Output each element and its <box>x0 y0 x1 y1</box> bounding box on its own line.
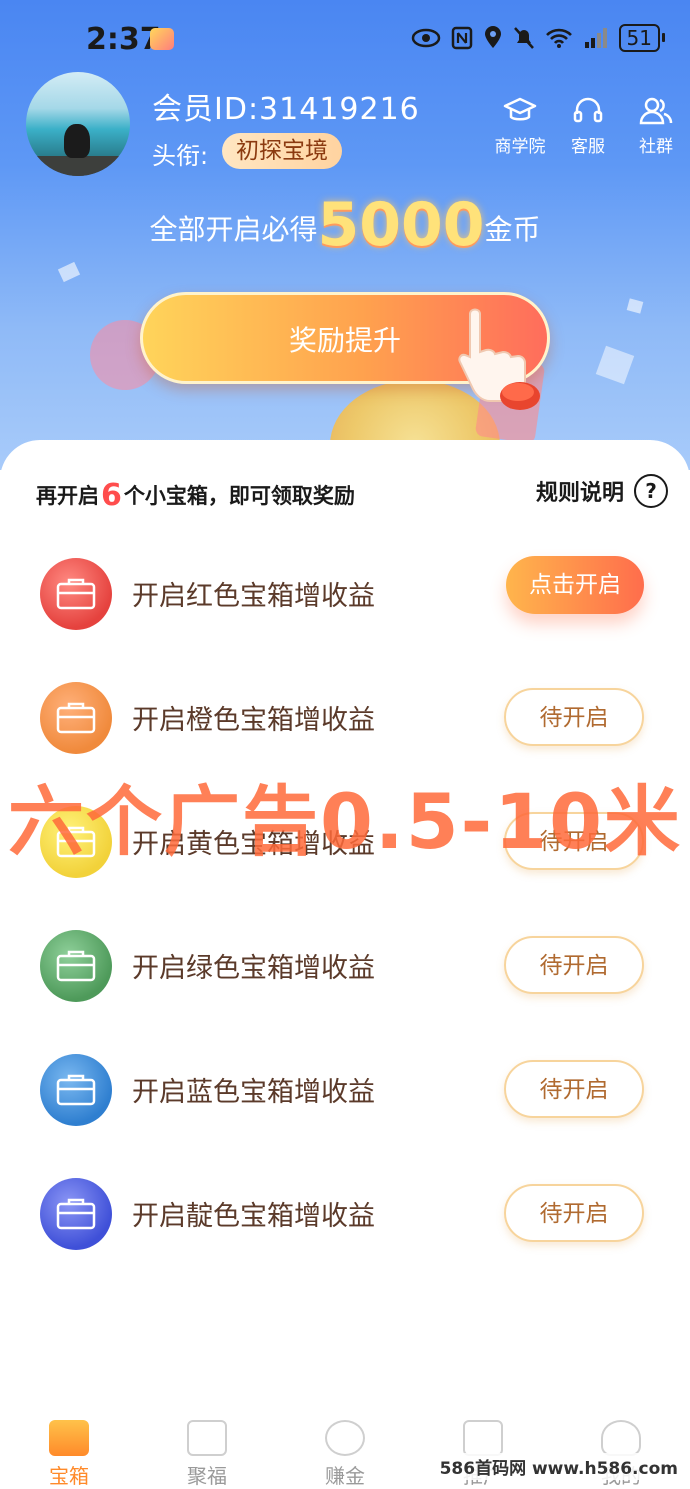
rules-label: 规则说明 <box>536 481 625 506</box>
treasure-box-icon <box>49 1420 89 1456</box>
business-school-button[interactable]: 商学院 <box>486 96 554 157</box>
customer-service-label: 客服 <box>571 137 605 157</box>
top-actions: 商学院 客服 社群 <box>486 96 690 157</box>
nav-label: 赚金 <box>325 1464 365 1488</box>
headline-suffix: 金币 <box>484 213 541 246</box>
community-label: 社群 <box>639 137 673 157</box>
blue-chest-icon <box>40 1054 112 1126</box>
chest-label: 开启靛色宝箱增收益 <box>132 1201 375 1232</box>
app-notification-icon <box>150 28 174 50</box>
pointing-hand-icon <box>458 308 540 410</box>
status-bar: 2:37 51 <box>0 0 690 80</box>
battery-indicator: 51 <box>618 24 666 52</box>
nav-item-treasure[interactable]: 宝箱 <box>14 1410 124 1488</box>
nav-item-jufu[interactable]: 聚福 <box>152 1410 262 1488</box>
signal-icon <box>584 28 607 48</box>
decoration-shape <box>595 345 635 385</box>
pending-chest-button[interactable]: 待开启 <box>504 688 644 746</box>
decoration-shape <box>57 261 81 283</box>
chest-label: 开启红色宝箱增收益 <box>132 581 375 612</box>
customer-service-button[interactable]: 客服 <box>554 96 622 157</box>
user-icon <box>601 1420 641 1456</box>
chest-row-indigo: 开启靛色宝箱增收益 待开启 <box>0 1158 690 1268</box>
status-icons: 51 <box>411 24 666 52</box>
progress-prefix: 再开启 <box>36 484 99 508</box>
site-watermark: 586首码网 www.h586.com <box>435 1453 682 1480</box>
avatar[interactable] <box>26 72 130 176</box>
headline-prefix: 全部开启必得 <box>149 213 318 246</box>
member-id: 会员ID:31419216 <box>152 92 420 127</box>
nav-item-earn[interactable]: 赚金 <box>290 1410 400 1488</box>
avatar-cat <box>64 124 90 158</box>
headset-icon <box>573 97 603 123</box>
location-icon <box>484 26 501 48</box>
nfc-icon <box>451 26 472 50</box>
help-icon: ? <box>634 474 669 508</box>
wifi-icon <box>545 28 572 48</box>
chest-label: 开启橙色宝箱增收益 <box>132 705 375 736</box>
community-button[interactable]: 社群 <box>622 96 690 157</box>
title-label: 头衔: <box>152 142 209 170</box>
pending-chest-button[interactable]: 待开启 <box>504 1060 644 1118</box>
title-badge: 初探宝境 <box>222 133 342 169</box>
nav-label: 聚福 <box>187 1464 227 1488</box>
mute-bell-icon <box>513 27 534 49</box>
open-chest-button[interactable]: 点击开启 <box>506 556 644 614</box>
decoration-shape <box>626 298 644 314</box>
avatar-ground <box>26 156 130 176</box>
pending-chest-button[interactable]: 待开启 <box>504 936 644 994</box>
pending-chest-button[interactable]: 待开启 <box>504 1184 644 1242</box>
headline-amount: 5000 <box>317 190 485 260</box>
chest-label: 开启蓝色宝箱增收益 <box>132 1077 375 1108</box>
orange-chest-icon <box>40 682 112 754</box>
nav-label: 宝箱 <box>49 1464 89 1488</box>
chest-row-red: 开启红色宝箱增收益 点击开启 <box>0 538 690 648</box>
rules-link[interactable]: 规则说明 ? <box>536 474 669 508</box>
chest-row-orange: 开启橙色宝箱增收益 待开启 <box>0 662 690 772</box>
overlay-annotation: 六个广告0.5-10米 <box>8 777 682 866</box>
green-chest-icon <box>40 930 112 1002</box>
graduation-cap-icon <box>503 97 537 121</box>
red-chest-icon <box>40 558 112 630</box>
progress-suffix: 个小宝箱，即可领取奖励 <box>123 484 355 508</box>
star-icon <box>463 1420 503 1456</box>
chest-label: 开启绿色宝箱增收益 <box>132 953 375 984</box>
chest-row-blue: 开启蓝色宝箱增收益 待开启 <box>0 1034 690 1144</box>
chest-row-green: 开启绿色宝箱增收益 待开启 <box>0 910 690 1020</box>
progress-text: 再开启6个小宝箱，即可领取奖励 <box>36 478 355 513</box>
remaining-count: 6 <box>101 478 122 513</box>
indigo-chest-icon <box>40 1178 112 1250</box>
group-icon <box>639 97 673 125</box>
coins-icon <box>325 1420 365 1456</box>
play-icon <box>187 1420 227 1456</box>
headline: 全部开启必得5000金币 <box>0 190 690 260</box>
business-school-label: 商学院 <box>494 137 546 157</box>
eye-icon <box>411 28 440 48</box>
